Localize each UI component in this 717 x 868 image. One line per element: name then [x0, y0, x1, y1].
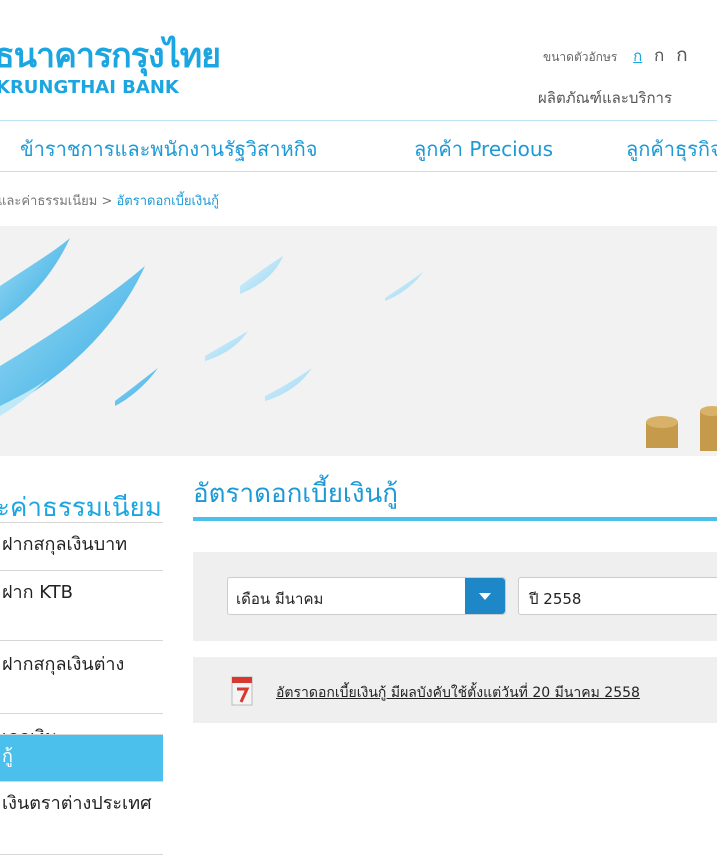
sidebar-item-thb-deposit[interactable]: ฝากสกุลเงินบาท	[0, 522, 163, 570]
dropdown-button[interactable]	[465, 578, 505, 614]
sidebar-item-foreign-deposit[interactable]: ฝากสกุลเงินต่าง	[0, 640, 163, 713]
coin-stack-icon	[646, 406, 717, 451]
hero-banner	[0, 226, 717, 456]
font-size-medium-button[interactable]: ก	[654, 46, 664, 66]
main-nav: ข้าราชการและพนักงานรัฐวิสาหกิจ ลูกค้า Pr…	[0, 120, 717, 172]
month-select-value: เดือน มีนาคม	[236, 590, 324, 608]
page-title: อัตราดอกเบี้ยเงินกู้	[193, 479, 399, 509]
font-size-large-button[interactable]: ก	[676, 44, 688, 66]
sidebar-item-ktb-deposit[interactable]: ฝาก KTB	[0, 570, 163, 640]
font-size-controls: ขนาดตัวอักษร ก ก ก	[543, 40, 688, 70]
logo-english[interactable]: KRUNGTHAI BANK	[0, 77, 179, 98]
breadcrumb-parent[interactable]: และค่าธรรมเนียม	[0, 194, 97, 209]
year-select[interactable]: ปี 2558	[518, 577, 717, 615]
pdf-document-icon[interactable]	[229, 675, 255, 707]
breadcrumb: และค่าธรรมเนียม > อัตราดอกเบี้ยเงินกู้	[0, 190, 219, 211]
nav-item-precious[interactable]: ลูกค้า Precious	[414, 133, 553, 165]
logo-thai[interactable]: ธนาคารกรุงไทย	[0, 28, 221, 82]
wing-shapes	[0, 238, 423, 416]
banner-illustration	[0, 238, 717, 451]
chevron-down-icon	[479, 593, 491, 600]
breadcrumb-current: อัตราดอกเบี้ยเงินกู้	[116, 194, 220, 209]
nav-item-business[interactable]: ลูกค้าธุรกิจ	[626, 133, 717, 165]
month-select[interactable]: เดือน มีนาคม	[227, 577, 506, 615]
sidebar-item-foreign-currency[interactable]: เงินตราต่างประเทศ	[0, 781, 163, 855]
products-services-link[interactable]: ผลิตภัณฑ์และบริการ	[538, 86, 672, 110]
font-size-small-button[interactable]: ก	[633, 47, 642, 65]
nav-item-government-employees[interactable]: ข้าราชการและพนักงานรัฐวิสาหกิจ	[20, 133, 318, 165]
title-underline	[193, 517, 717, 521]
sidebar-item-exchange[interactable]: เลกเงิน	[0, 713, 163, 748]
sidebar-item-loans[interactable]: กู้	[0, 734, 163, 781]
year-select-value: ปี 2558	[529, 590, 582, 608]
font-size-label: ขนาดตัวอักษร	[543, 50, 618, 64]
document-link[interactable]: อัตราดอกเบี้ยเงินกู้ มีผลบังคับใช้ตั้งแต…	[276, 682, 640, 704]
breadcrumb-separator: >	[101, 194, 113, 209]
